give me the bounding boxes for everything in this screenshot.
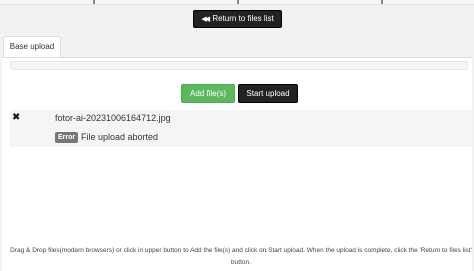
top-strip-tick [93,0,95,4]
add-files-button[interactable]: Add file(s) [181,84,235,103]
close-icon[interactable]: ✖ [12,113,22,123]
top-strip-tick [381,0,383,4]
error-message: File upload aborted [81,132,159,142]
top-strip-tick [237,0,239,4]
file-row: ✖ fotor-ai-20231006164712.jpg Error File… [10,110,472,147]
file-name: fotor-ai-20231006164712.jpg [55,113,171,123]
top-strip [0,0,474,5]
return-to-files-list-button[interactable]: ◀◀ Return to files list [193,10,282,28]
return-button-label: Return to files list [212,14,274,23]
double-chevron-left-icon: ◀◀ [201,16,210,23]
global-progress-bar [10,61,468,70]
drag-drop-help-text: Drag & Drop files(modern browsers) or cl… [10,247,472,266]
start-upload-button[interactable]: Start upload [238,84,298,103]
upload-panel: Add file(s) Start upload ✖ fotor-ai-2023… [2,57,472,271]
error-badge: Error [55,132,79,143]
tab-base-upload[interactable]: Base upload [3,36,61,58]
tab-bar: Base upload [0,36,474,58]
